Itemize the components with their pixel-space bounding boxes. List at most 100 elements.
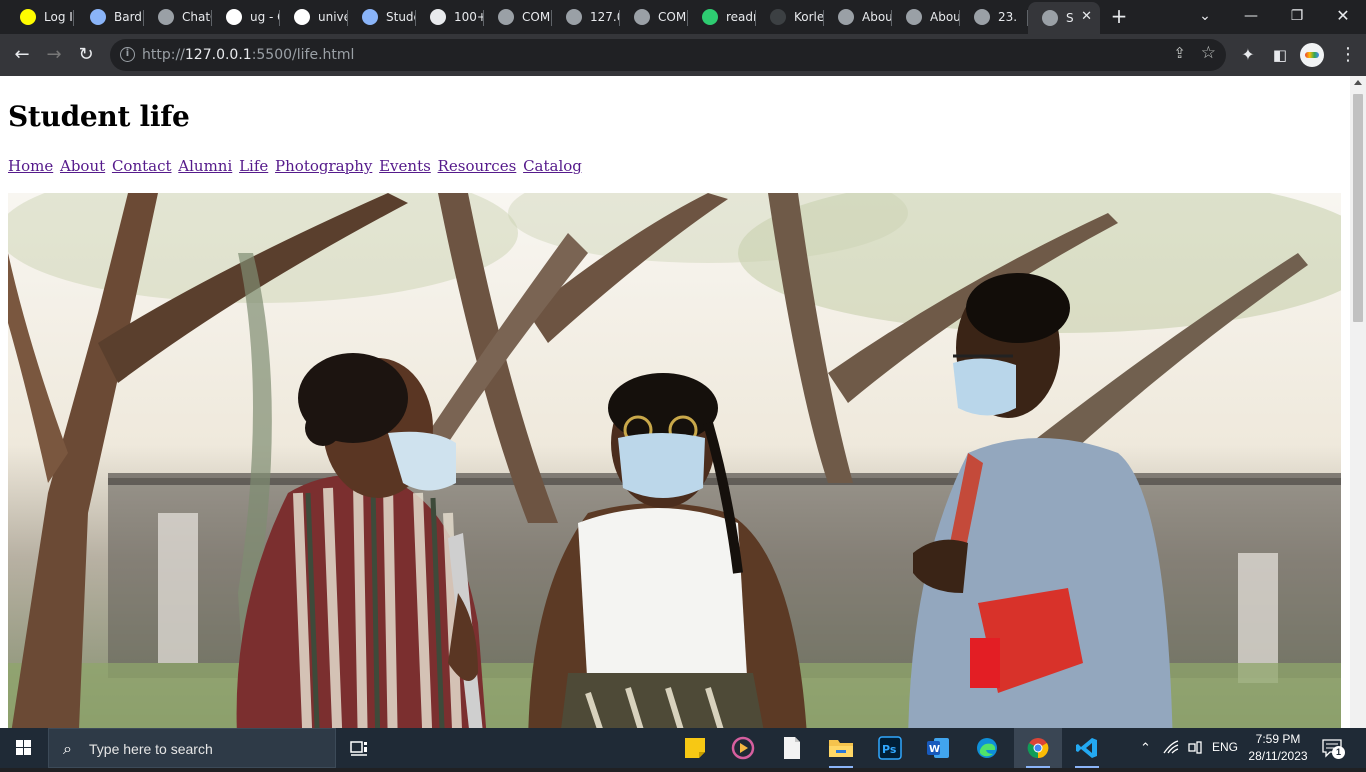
taskbar-clock[interactable]: 7:59 PM 28/11/2023 bbox=[1240, 731, 1316, 765]
back-icon[interactable]: ← bbox=[8, 41, 36, 69]
close-window-button[interactable]: ✕ bbox=[1320, 0, 1366, 34]
browser-tab[interactable]: Stude bbox=[348, 3, 416, 31]
tab-title: unive bbox=[318, 10, 348, 24]
clock-time: 7:59 PM bbox=[1255, 732, 1301, 746]
tab-title: COM bbox=[658, 10, 687, 24]
browser-tab[interactable]: readr bbox=[688, 3, 756, 31]
site-info-icon[interactable]: i bbox=[120, 47, 135, 62]
nav-link-about[interactable]: About bbox=[60, 157, 105, 175]
notifications-button[interactable]: 1 bbox=[1322, 738, 1345, 761]
minimize-button[interactable]: — bbox=[1228, 0, 1274, 34]
tab-title: 23. bbox=[998, 10, 1018, 24]
page-title: Student life bbox=[8, 100, 190, 133]
browser-tab[interactable]: Abou bbox=[892, 3, 960, 31]
notification-badge: 1 bbox=[1332, 746, 1345, 759]
browser-tab[interactable]: 100+ bbox=[416, 3, 484, 31]
bookmark-star-icon[interactable]: ☆ bbox=[1201, 43, 1216, 63]
nav-link-photography[interactable]: Photography bbox=[275, 157, 372, 175]
sticky-notes-icon bbox=[685, 738, 705, 758]
taskbar-file-explorer[interactable] bbox=[817, 728, 865, 768]
scrollbar-thumb[interactable] bbox=[1353, 94, 1363, 322]
taskbar-chrome[interactable] bbox=[1014, 728, 1062, 768]
tab-title: Abou bbox=[862, 10, 892, 24]
loading-icon bbox=[770, 9, 786, 25]
restore-button[interactable]: ❐ bbox=[1274, 0, 1320, 34]
tray-overflow-icon[interactable]: ⌃ bbox=[1140, 740, 1151, 756]
readme-icon bbox=[702, 9, 718, 25]
google-icon bbox=[226, 9, 242, 25]
new-tab-button[interactable]: + bbox=[1108, 5, 1130, 27]
tab-title: Log I bbox=[44, 10, 73, 24]
windows-start-button[interactable] bbox=[0, 728, 48, 768]
globe-icon bbox=[634, 9, 650, 25]
browser-tab[interactable]: 23. bbox=[960, 3, 1028, 31]
extensions-icon[interactable]: ✦ bbox=[1234, 41, 1262, 69]
profile-avatar[interactable] bbox=[1300, 43, 1324, 67]
taskbar-edge[interactable] bbox=[963, 728, 1011, 768]
taskbar-document[interactable] bbox=[768, 728, 816, 768]
browser-tab[interactable]: 127.0 bbox=[552, 3, 620, 31]
windows-taskbar: ⌕ Type here to search Ps W ⌃ ENG 7:59 PM… bbox=[0, 728, 1366, 768]
forward-icon[interactable]: → bbox=[40, 41, 68, 69]
taskbar-sticky-notes[interactable] bbox=[671, 728, 719, 768]
network-icon[interactable] bbox=[1163, 740, 1179, 757]
tab-title: COM bbox=[522, 10, 551, 24]
taskbar-media-player[interactable] bbox=[719, 728, 767, 768]
browser-tab[interactable]: S ✕ bbox=[1028, 2, 1100, 34]
share-icon[interactable]: ⇪ bbox=[1173, 44, 1186, 62]
main-nav: Home About Contact Alumni Life Photograp… bbox=[8, 157, 584, 175]
tab-title: Stude bbox=[386, 10, 416, 24]
taskbar-photoshop[interactable]: Ps bbox=[866, 728, 914, 768]
nav-link-resources[interactable]: Resources bbox=[438, 157, 517, 175]
browser-tab[interactable]: Bard bbox=[76, 3, 144, 31]
scroll-up-icon[interactable] bbox=[1354, 80, 1362, 85]
photoshop-icon: Ps bbox=[878, 736, 902, 760]
task-view-button[interactable] bbox=[336, 728, 384, 768]
tab-search-button[interactable]: ⌄ bbox=[1182, 0, 1228, 34]
nav-link-alumni[interactable]: Alumni bbox=[178, 157, 232, 175]
clock-date: 28/11/2023 bbox=[1248, 749, 1308, 763]
tab-title: Abou bbox=[930, 10, 960, 24]
students-photo bbox=[8, 193, 1341, 728]
page-scrollbar[interactable] bbox=[1350, 76, 1366, 728]
taskbar-vscode[interactable] bbox=[1063, 728, 1111, 768]
browser-tab[interactable]: Log I bbox=[6, 3, 74, 31]
taskbar-word[interactable]: W bbox=[914, 728, 962, 768]
language-indicator[interactable]: ENG bbox=[1212, 740, 1238, 754]
side-panel-icon[interactable]: ◧ bbox=[1266, 41, 1294, 69]
edge-icon bbox=[977, 738, 997, 758]
address-bar[interactable]: i http://127.0.0.1:5500/life.html ⇪ ☆ bbox=[110, 39, 1226, 71]
vscode-icon bbox=[1076, 738, 1097, 758]
tab-title: Korle bbox=[794, 10, 824, 24]
tab-strip: Log I Bard ChatG ug - G unive Stude 100+ COM 127… bbox=[0, 0, 1366, 34]
globe-icon bbox=[566, 9, 582, 25]
close-tab-icon[interactable]: ✕ bbox=[1081, 9, 1092, 24]
taskbar-search-box[interactable]: ⌕ Type here to search bbox=[48, 728, 336, 768]
nav-link-catalog[interactable]: Catalog bbox=[523, 157, 582, 175]
browser-tab[interactable]: ChatG bbox=[144, 3, 212, 31]
browser-tab[interactable]: unive bbox=[280, 3, 348, 31]
tab-title: ug - G bbox=[250, 10, 280, 24]
volume-icon[interactable] bbox=[1187, 740, 1203, 757]
nav-link-life[interactable]: Life bbox=[239, 157, 268, 175]
tab-title: Bard bbox=[114, 10, 142, 24]
nav-link-contact[interactable]: Contact bbox=[112, 157, 172, 175]
browser-tab[interactable]: Abou bbox=[824, 3, 892, 31]
nav-link-home[interactable]: Home bbox=[8, 157, 53, 175]
search-placeholder: Type here to search bbox=[89, 741, 213, 757]
url-text[interactable]: http://127.0.0.1:5500/life.html bbox=[142, 47, 354, 63]
globe-icon bbox=[498, 9, 514, 25]
nav-link-events[interactable]: Events bbox=[379, 157, 431, 175]
tab-title: 127.0 bbox=[590, 10, 620, 24]
snapchat-icon bbox=[20, 9, 36, 25]
tab-title: ChatG bbox=[182, 10, 212, 24]
reload-icon[interactable]: ↻ bbox=[72, 41, 100, 69]
globe-icon bbox=[974, 9, 990, 25]
browser-tab[interactable]: Korle bbox=[756, 3, 824, 31]
browser-tab[interactable]: ug - G bbox=[212, 3, 280, 31]
chatgpt-icon bbox=[158, 9, 174, 25]
bard-icon bbox=[90, 9, 106, 25]
browser-tab[interactable]: COM bbox=[484, 3, 552, 31]
browser-tab[interactable]: COM bbox=[620, 3, 688, 31]
menu-kebab-icon[interactable]: ⋮ bbox=[1334, 41, 1362, 69]
